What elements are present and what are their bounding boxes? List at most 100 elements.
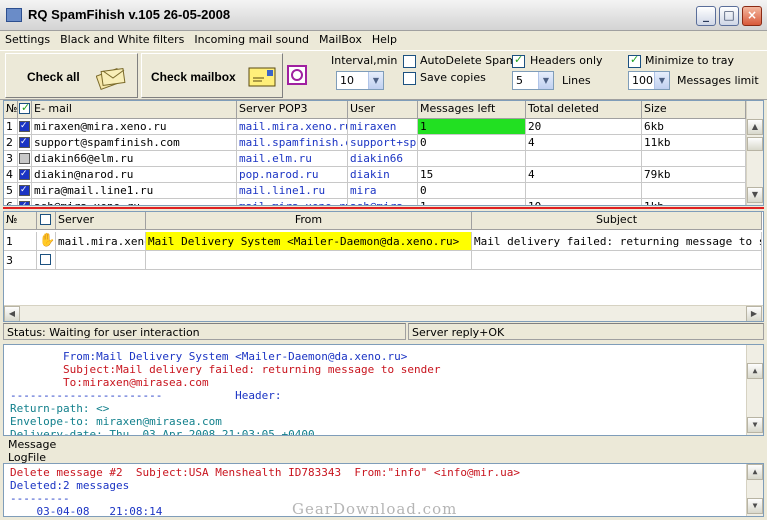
accounts-col-header[interactable]: Server POP3 — [237, 101, 348, 119]
account-checkbox[interactable] — [19, 153, 30, 164]
headers-only-label: Headers only — [530, 54, 603, 67]
select-all-messages-checkbox[interactable] — [40, 214, 51, 225]
account-cell[interactable]: ✓ — [18, 183, 32, 199]
red-separator — [3, 207, 764, 209]
scroll-thumb[interactable] — [747, 137, 763, 151]
message-cell: mail.mira.xeno.ru — [56, 232, 146, 251]
account-cell[interactable] — [18, 151, 32, 167]
message-line: Subject:Mail delivery failed: returning … — [10, 363, 441, 376]
scroll-up-icon[interactable]: ▲ — [747, 464, 763, 480]
select-all-checkbox[interactable] — [19, 101, 30, 114]
account-cell: ash@mira.xeno.ru — [32, 199, 237, 205]
messages-col-header[interactable]: Subject — [472, 212, 762, 230]
envelope-icon — [248, 67, 276, 87]
account-cell: 0 — [418, 135, 526, 151]
save-copies-checkbox[interactable] — [403, 72, 416, 85]
accounts-col-header[interactable]: Messages left — [418, 101, 526, 119]
messages-col-header[interactable]: From — [146, 212, 472, 230]
message-line: Envelope-to: miraxen@mirasea.com — [10, 415, 222, 428]
lines-value: 5 — [516, 74, 523, 87]
message-line: To:miraxen@mirasea.com — [10, 376, 209, 389]
accounts-col-header[interactable]: № — [4, 101, 18, 119]
account-cell: ash@mira — [348, 199, 418, 205]
messages-hscrollbar[interactable]: ◀ ▶ — [4, 305, 763, 321]
menu-incoming-mail-sound[interactable]: Incoming mail sound — [189, 31, 314, 48]
account-cell: support+spamfinish.com — [348, 135, 418, 151]
message-cell[interactable]: ✋ — [37, 232, 56, 251]
account-cell: mail.line1.ru — [237, 183, 348, 199]
minimize-button[interactable]: _ — [696, 6, 716, 26]
account-cell: diakin66@elm.ru — [32, 151, 237, 167]
messages-col-header[interactable]: № — [4, 212, 37, 230]
account-cell — [526, 183, 642, 199]
accounts-col-header[interactable]: Total deleted — [526, 101, 642, 119]
interval-value: 10 — [340, 74, 354, 87]
scroll-up-icon[interactable]: ▲ — [747, 363, 763, 379]
scroll-up-icon[interactable]: ▲ — [747, 119, 763, 135]
check-mailbox-button[interactable]: Check mailbox — [141, 53, 283, 98]
chevron-down-icon: ▼ — [538, 72, 553, 89]
maximize-button[interactable]: □ — [719, 6, 739, 26]
check-all-button[interactable]: Check all — [5, 53, 138, 98]
scroll-down-icon[interactable]: ▼ — [747, 187, 763, 203]
account-cell: 0 — [418, 183, 526, 199]
account-cell: 3 — [4, 151, 18, 167]
message-cell: 3 — [4, 251, 37, 270]
menu-help[interactable]: Help — [367, 31, 402, 48]
headers-only-checkbox[interactable] — [512, 53, 525, 68]
accounts-col-header[interactable]: Size — [642, 101, 746, 119]
message-line: Return-path: <> — [10, 402, 110, 415]
scroll-left-icon[interactable]: ◀ — [4, 306, 20, 321]
message-line: Delivery-date: Thu, 03 Apr 2008 21:03:05… — [10, 428, 315, 436]
interval-select[interactable]: 10 ▼ — [336, 71, 384, 90]
account-checkbox[interactable]: ✓ — [19, 185, 30, 196]
account-checkbox[interactable]: ✓ — [19, 169, 30, 180]
scroll-down-icon[interactable]: ▼ — [747, 498, 763, 514]
account-cell — [642, 151, 746, 167]
account-cell: 15 — [418, 167, 526, 183]
accounts-col-header[interactable]: User — [348, 101, 418, 119]
account-checkbox[interactable]: ✓ — [19, 201, 30, 205]
messages-col-header[interactable] — [37, 212, 56, 230]
check-all-label: Check all — [27, 70, 80, 84]
scroll-down-icon[interactable]: ▼ — [747, 417, 763, 433]
minimize-to-tray-checkbox[interactable] — [628, 53, 641, 68]
messages-limit-select[interactable]: 100 ▼ — [628, 71, 670, 90]
menu-mailbox[interactable]: MailBox — [314, 31, 367, 48]
accounts-col-header[interactable]: E- mail — [32, 101, 237, 119]
messages-col-header[interactable]: Server — [56, 212, 146, 230]
autodelete-checkbox[interactable] — [403, 55, 416, 68]
accounts-scrollbar[interactable]: ▲ ▼ — [746, 101, 763, 205]
message-scrollbar[interactable]: ▲ ▼ — [746, 345, 763, 435]
message-line: ----------------------- Header: — [10, 389, 282, 402]
log-scrollbar[interactable]: ▲ ▼ — [746, 464, 763, 516]
menu-settings[interactable]: Settings — [0, 31, 55, 48]
account-cell: diakin@narod.ru — [32, 167, 237, 183]
account-cell[interactable]: ✓ — [18, 135, 32, 151]
close-button[interactable]: × — [742, 6, 762, 26]
menu-black-white-filters[interactable]: Black and White filters — [55, 31, 189, 48]
lines-select[interactable]: 5 ▼ — [512, 71, 554, 90]
chevron-down-icon: ▼ — [654, 72, 669, 89]
account-checkbox[interactable]: ✓ — [19, 121, 30, 132]
message-view[interactable]: From:Mail Delivery System <Mailer-Daemon… — [3, 344, 764, 436]
spam-hand-icon[interactable]: ✋ — [39, 233, 55, 248]
accounts-grid: № E- mailServer POP3UserMessages leftTota… — [3, 100, 764, 206]
account-cell: 1 — [418, 119, 526, 135]
account-cell[interactable]: ✓ — [18, 167, 32, 183]
account-checkbox[interactable]: ✓ — [19, 137, 30, 148]
check-mailbox-label: Check mailbox — [151, 70, 236, 84]
message-cell[interactable] — [37, 251, 56, 270]
account-cell[interactable]: ✓ — [18, 199, 32, 205]
toolbar: Check all Check mailbox Interval,min 10 ▼… — [0, 50, 767, 100]
account-cell: 1 — [4, 119, 18, 135]
accounts-col-header[interactable] — [18, 101, 32, 119]
message-checkbox[interactable] — [40, 254, 51, 265]
account-cell[interactable]: ✓ — [18, 119, 32, 135]
record-toggle-button[interactable] — [287, 65, 307, 85]
messages-limit-label: Messages limit — [677, 74, 759, 87]
scroll-right-icon[interactable]: ▶ — [746, 306, 762, 321]
account-cell: 1kb — [642, 199, 746, 205]
save-copies-label: Save copies — [420, 71, 486, 84]
tab-message[interactable]: Message — [8, 438, 56, 451]
